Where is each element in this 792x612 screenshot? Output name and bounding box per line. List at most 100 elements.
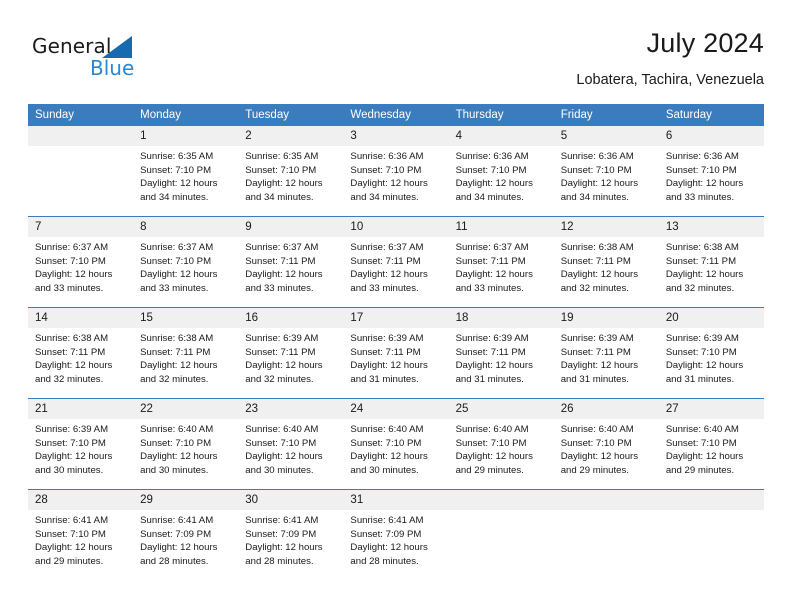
daylight-text-line2: and 30 minutes. [245, 464, 314, 476]
day-detail-cell[interactable]: Sunrise: 6:36 AM Sunset: 7:10 PM Dayligh… [553, 146, 659, 216]
day-detail-cell[interactable]: Sunrise: 6:37 AM Sunset: 7:11 PM Dayligh… [343, 237, 449, 307]
day-detail-cell [553, 510, 659, 580]
day-number-cell[interactable]: 25 [448, 399, 554, 419]
sunrise-text: Sunrise: 6:41 AM [245, 515, 319, 526]
day-detail-cell[interactable]: Sunrise: 6:36 AM Sunset: 7:10 PM Dayligh… [658, 146, 764, 216]
day-detail-cell[interactable]: Sunrise: 6:40 AM Sunset: 7:10 PM Dayligh… [238, 419, 344, 489]
sunrise-text: Sunrise: 6:36 AM [350, 151, 424, 162]
day-detail-cell[interactable] [28, 146, 134, 216]
daylight-text-line1: Daylight: 12 hours [560, 360, 639, 372]
day-number-cell[interactable]: 1 [133, 126, 239, 146]
day-detail-cell[interactable]: Sunrise: 6:35 AM Sunset: 7:10 PM Dayligh… [238, 146, 344, 216]
day-number-cell[interactable]: 5 [553, 126, 659, 146]
day-detail-cell[interactable]: Sunrise: 6:38 AM Sunset: 7:11 PM Dayligh… [658, 237, 764, 307]
day-detail-cell[interactable]: Sunrise: 6:37 AM Sunset: 7:11 PM Dayligh… [238, 237, 344, 307]
day-number-cell[interactable]: 26 [553, 399, 659, 419]
day-number-cell[interactable]: 24 [343, 399, 449, 419]
sunset-text: Sunset: 7:11 PM [245, 255, 316, 267]
day-detail-cell[interactable]: Sunrise: 6:35 AM Sunset: 7:10 PM Dayligh… [133, 146, 239, 216]
day-number-cell[interactable]: 7 [28, 217, 134, 237]
sunrise-text: Sunrise: 6:38 AM [35, 333, 109, 344]
daylight-text-line1: Daylight: 12 hours [665, 269, 744, 281]
day-number-cell[interactable]: 20 [658, 308, 764, 328]
calendar-header-row: Sunday Monday Tuesday Wednesday Thursday… [28, 104, 764, 126]
day-detail-cell[interactable]: Sunrise: 6:37 AM Sunset: 7:10 PM Dayligh… [133, 237, 239, 307]
sunset-text: Sunset: 7:10 PM [35, 437, 106, 449]
day-detail-cell[interactable]: Sunrise: 6:39 AM Sunset: 7:11 PM Dayligh… [238, 328, 344, 398]
day-detail-cell[interactable]: Sunrise: 6:40 AM Sunset: 7:10 PM Dayligh… [343, 419, 449, 489]
day-number-cell[interactable]: 15 [133, 308, 239, 328]
day-number-cell[interactable]: 31 [343, 490, 449, 510]
day-number-cell[interactable]: 19 [553, 308, 659, 328]
day-number-cell[interactable]: 27 [658, 399, 764, 419]
sunrise-text: Sunrise: 6:38 AM [665, 242, 739, 253]
daylight-text-line2: and 32 minutes. [560, 282, 629, 294]
day-number-cell[interactable]: 23 [238, 399, 344, 419]
day-detail-cell[interactable]: Sunrise: 6:41 AM Sunset: 7:10 PM Dayligh… [28, 510, 134, 580]
weekday-header-sunday: Sunday [28, 104, 134, 126]
day-detail-cell[interactable]: Sunrise: 6:37 AM Sunset: 7:11 PM Dayligh… [448, 237, 554, 307]
day-number-cell[interactable]: 3 [343, 126, 449, 146]
day-detail-cell[interactable]: Sunrise: 6:39 AM Sunset: 7:10 PM Dayligh… [28, 419, 134, 489]
day-number-cell[interactable]: 4 [448, 126, 554, 146]
day-number-cell[interactable]: 14 [28, 308, 134, 328]
sunrise-text: Sunrise: 6:35 AM [245, 151, 319, 162]
day-detail-cell[interactable]: Sunrise: 6:40 AM Sunset: 7:10 PM Dayligh… [133, 419, 239, 489]
day-detail-cell[interactable]: Sunrise: 6:40 AM Sunset: 7:10 PM Dayligh… [658, 419, 764, 489]
day-number-cell[interactable]: 28 [28, 490, 134, 510]
day-detail-cell[interactable]: Sunrise: 6:40 AM Sunset: 7:10 PM Dayligh… [553, 419, 659, 489]
day-detail-cell[interactable]: Sunrise: 6:39 AM Sunset: 7:11 PM Dayligh… [343, 328, 449, 398]
day-number-cell [448, 490, 554, 510]
day-detail-cell[interactable]: Sunrise: 6:38 AM Sunset: 7:11 PM Dayligh… [28, 328, 134, 398]
sunrise-text: Sunrise: 6:39 AM [245, 333, 319, 344]
day-number-cell[interactable]: 2 [238, 126, 344, 146]
sunrise-text: Sunrise: 6:35 AM [140, 151, 214, 162]
day-number-cell[interactable]: 6 [658, 126, 764, 146]
sunset-text: Sunset: 7:10 PM [140, 255, 212, 267]
day-number-cell[interactable] [28, 126, 134, 146]
day-detail-cell[interactable]: Sunrise: 6:40 AM Sunset: 7:10 PM Dayligh… [448, 419, 554, 489]
daylight-text-line1: Daylight: 12 hours [350, 269, 428, 281]
sunrise-sunset-calendar: Sunday Monday Tuesday Wednesday Thursday… [28, 104, 764, 580]
calendar-page: General Blue July 2024 Lobatera, Tachira… [0, 0, 792, 612]
sunrise-text: Sunrise: 6:39 AM [560, 333, 634, 344]
day-detail-cell[interactable]: Sunrise: 6:41 AM Sunset: 7:09 PM Dayligh… [343, 510, 449, 580]
day-detail-cell[interactable]: Sunrise: 6:36 AM Sunset: 7:10 PM Dayligh… [448, 146, 554, 216]
day-number-cell[interactable]: 10 [343, 217, 449, 237]
day-number-cell[interactable]: 29 [133, 490, 239, 510]
general-blue-logo[interactable]: General Blue [32, 34, 182, 86]
day-number-cell[interactable]: 18 [448, 308, 554, 328]
day-number-cell[interactable]: 16 [238, 308, 344, 328]
sunset-text: Sunset: 7:10 PM [560, 164, 632, 176]
day-number-cell[interactable]: 22 [133, 399, 239, 419]
day-number-cell[interactable]: 13 [658, 217, 764, 237]
day-number-cell[interactable]: 12 [553, 217, 659, 237]
sunset-text: Sunset: 7:10 PM [245, 164, 317, 176]
sunset-text: Sunset: 7:10 PM [35, 255, 106, 267]
daylight-text-line1: Daylight: 12 hours [140, 542, 218, 554]
daylight-text-line1: Daylight: 12 hours [140, 360, 218, 372]
day-detail-cell[interactable]: Sunrise: 6:39 AM Sunset: 7:10 PM Dayligh… [658, 328, 764, 398]
daylight-text-line1: Daylight: 12 hours [245, 542, 323, 554]
daylight-text-line2: and 29 minutes. [35, 555, 104, 567]
daylight-text-line1: Daylight: 12 hours [245, 269, 323, 281]
day-detail-cell[interactable]: Sunrise: 6:36 AM Sunset: 7:10 PM Dayligh… [343, 146, 449, 216]
day-detail-cell[interactable]: Sunrise: 6:38 AM Sunset: 7:11 PM Dayligh… [553, 237, 659, 307]
day-number-cell[interactable]: 17 [343, 308, 449, 328]
week-daynumbers-row: 1 2 3 4 5 6 [28, 126, 764, 146]
day-number-cell[interactable]: 21 [28, 399, 134, 419]
day-number-cell[interactable]: 30 [238, 490, 344, 510]
sunset-text: Sunset: 7:09 PM [140, 528, 212, 540]
day-number-cell[interactable]: 9 [238, 217, 344, 237]
weekday-header-wednesday: Wednesday [343, 104, 449, 126]
day-detail-cell[interactable]: Sunrise: 6:41 AM Sunset: 7:09 PM Dayligh… [238, 510, 344, 580]
day-number-cell[interactable]: 8 [133, 217, 239, 237]
day-detail-cell[interactable]: Sunrise: 6:38 AM Sunset: 7:11 PM Dayligh… [133, 328, 239, 398]
day-detail-cell[interactable]: Sunrise: 6:41 AM Sunset: 7:09 PM Dayligh… [133, 510, 239, 580]
day-number-cell[interactable]: 11 [448, 217, 554, 237]
sunset-text: Sunset: 7:10 PM [350, 437, 422, 449]
sunrise-text: Sunrise: 6:40 AM [455, 424, 529, 435]
day-detail-cell[interactable]: Sunrise: 6:39 AM Sunset: 7:11 PM Dayligh… [553, 328, 659, 398]
day-detail-cell[interactable]: Sunrise: 6:39 AM Sunset: 7:11 PM Dayligh… [448, 328, 554, 398]
day-detail-cell[interactable]: Sunrise: 6:37 AM Sunset: 7:10 PM Dayligh… [28, 237, 134, 307]
